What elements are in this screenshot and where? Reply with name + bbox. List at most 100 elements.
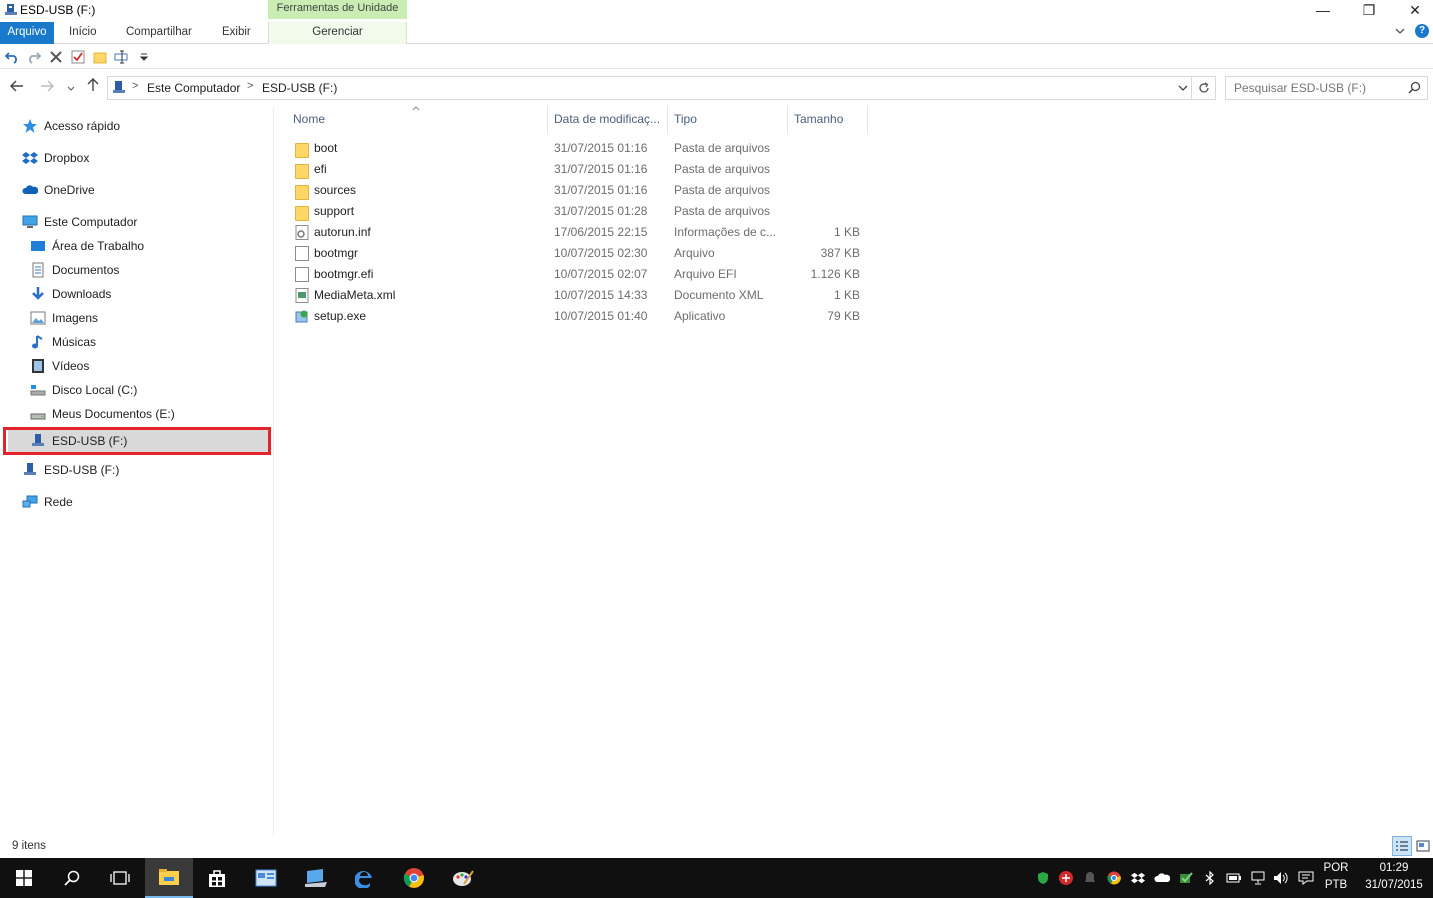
column-header-tipo[interactable]: Tipo — [668, 106, 788, 133]
nav-item-label: Rede — [44, 495, 73, 509]
search-input[interactable] — [1226, 77, 1404, 99]
breadcrumb-esd-usb[interactable]: ESD-USB (F:) — [262, 81, 337, 95]
star-icon — [22, 118, 38, 134]
breadcrumb-separator[interactable]: > — [132, 80, 138, 92]
rename-icon[interactable] — [114, 49, 130, 65]
undo-icon[interactable] — [4, 49, 20, 65]
table-row[interactable]: bootmgr 10/07/2015 02:30 Arquivo 387 KB — [290, 243, 870, 264]
nav-item-dropbox[interactable]: Dropbox — [22, 147, 89, 169]
table-row[interactable]: bootmgr.efi 10/07/2015 02:07 Arquivo EFI… — [290, 264, 870, 285]
table-row[interactable]: autorun.inf 17/06/2015 22:15 Informações… — [290, 222, 870, 243]
folder-icon — [295, 143, 309, 158]
nav-item-acesso-rapido[interactable]: Acesso rápido — [22, 115, 120, 137]
table-row[interactable]: setup.exe 10/07/2015 01:40 Aplicativo 79… — [290, 306, 870, 327]
folder-icon — [295, 206, 309, 221]
paint-taskbar-button[interactable] — [439, 858, 487, 898]
status-bar: 9 itens — [0, 836, 1433, 858]
nav-item-label: OneDrive — [44, 183, 95, 197]
nav-item-musicas[interactable]: Músicas — [30, 331, 96, 353]
edge-taskbar-button[interactable] — [341, 858, 389, 898]
volume-icon[interactable] — [1273, 870, 1289, 886]
battery-icon[interactable] — [1226, 870, 1242, 886]
clock-date[interactable]: 31/07/2015 — [1360, 879, 1428, 891]
bluetooth-icon[interactable] — [1202, 870, 1218, 886]
media-creation-tool-taskbar-button[interactable] — [292, 858, 340, 898]
up-icon[interactable] — [84, 78, 102, 96]
back-icon[interactable] — [8, 78, 26, 96]
address-history-icon[interactable] — [1178, 80, 1188, 96]
file-explorer-taskbar-button[interactable] — [145, 858, 193, 898]
nav-item-meus-documentos-e[interactable]: Meus Documentos (E:) — [30, 403, 175, 425]
nav-item-este-computador[interactable]: Este Computador — [22, 211, 137, 233]
properties-icon[interactable] — [70, 49, 86, 65]
keyboard-layout-indicator[interactable]: PTB — [1320, 879, 1352, 891]
file-size: 79 KB — [827, 309, 860, 323]
security-icon[interactable] — [1178, 870, 1194, 886]
tab-compartilhar[interactable]: Compartilhar — [126, 22, 192, 44]
table-row[interactable]: efi 31/07/2015 01:16 Pasta de arquivos — [290, 159, 870, 180]
nav-item-rede[interactable]: Rede — [22, 491, 73, 513]
refresh-icon[interactable] — [1192, 76, 1216, 100]
nav-item-videos[interactable]: Vídeos — [30, 355, 89, 377]
tab-exibir[interactable]: Exibir — [222, 22, 251, 44]
search-taskbar-button[interactable] — [48, 858, 96, 898]
task-view-button[interactable] — [96, 858, 144, 898]
chrome-icon[interactable] — [1106, 870, 1122, 886]
table-row[interactable]: boot 31/07/2015 01:16 Pasta de arquivos — [290, 138, 870, 159]
redo-icon[interactable] — [26, 49, 42, 65]
chevron-down-icon[interactable] — [1395, 27, 1405, 35]
nav-item-downloads[interactable]: Downloads — [30, 283, 111, 305]
column-header-tamanho[interactable]: Tamanho — [788, 106, 868, 133]
table-row[interactable]: MediaMeta.xml 10/07/2015 14:33 Documento… — [290, 285, 870, 306]
tab-inicio[interactable]: Início — [69, 22, 97, 44]
close-button[interactable]: ✕ — [1392, 0, 1433, 20]
table-row[interactable]: support 31/07/2015 01:28 Pasta de arquiv… — [290, 201, 870, 222]
file-type: Documento XML — [674, 288, 764, 302]
action-center-icon[interactable] — [1298, 870, 1314, 886]
dropbox-icon[interactable] — [1130, 870, 1146, 886]
nav-item-onedrive[interactable]: OneDrive — [22, 179, 95, 201]
maximize-button[interactable]: ❐ — [1346, 0, 1392, 20]
search-icon[interactable] — [1408, 81, 1421, 94]
forward-icon[interactable] — [38, 78, 56, 96]
language-indicator[interactable]: POR — [1320, 862, 1352, 874]
customize-toolbar-icon[interactable] — [136, 49, 152, 65]
xml-file-icon — [295, 288, 309, 303]
antivirus-icon[interactable] — [1058, 870, 1074, 886]
control-panel-taskbar-button[interactable] — [242, 858, 290, 898]
help-icon[interactable]: ? — [1415, 24, 1429, 38]
tab-gerenciar[interactable]: Gerenciar — [268, 22, 407, 44]
file-type: Pasta de arquivos — [674, 204, 771, 218]
nav-item-documentos[interactable]: Documentos — [30, 259, 119, 281]
search-box[interactable] — [1225, 76, 1428, 100]
large-icons-view-icon[interactable] — [1413, 836, 1433, 856]
file-type: Pasta de arquivos — [674, 183, 771, 197]
chrome-taskbar-button[interactable] — [390, 858, 438, 898]
nav-item-esd-usb[interactable]: ESD-USB (F:) — [22, 459, 119, 481]
address-bar[interactable]: > Este Computador > ESD-USB (F:) — [107, 76, 1192, 100]
video-icon — [30, 358, 46, 374]
column-header-nome[interactable]: Nome — [287, 106, 548, 133]
breadcrumb-separator[interactable]: > — [247, 80, 253, 92]
nav-item-label: Músicas — [52, 335, 97, 349]
tab-arquivo[interactable]: Arquivo — [0, 22, 54, 44]
nav-item-disco-local-c[interactable]: Disco Local (C:) — [30, 379, 137, 401]
column-header-data[interactable]: Data de modificaç... — [548, 106, 668, 133]
shield-icon[interactable] — [1035, 870, 1051, 886]
network-icon — [22, 494, 38, 510]
nav-item-area-de-trabalho[interactable]: Área de Trabalho — [30, 235, 144, 257]
delete-icon[interactable] — [48, 49, 64, 65]
table-row[interactable]: sources 31/07/2015 01:16 Pasta de arquiv… — [290, 180, 870, 201]
details-view-icon[interactable] — [1392, 836, 1412, 856]
onedrive-icon[interactable] — [1154, 870, 1170, 886]
notification-bell-icon[interactable] — [1082, 870, 1098, 886]
new-folder-icon[interactable] — [92, 49, 108, 65]
breadcrumb-este-computador[interactable]: Este Computador — [147, 81, 240, 95]
start-button[interactable] — [0, 858, 48, 898]
nav-item-imagens[interactable]: Imagens — [30, 307, 98, 329]
store-taskbar-button[interactable] — [193, 858, 241, 898]
minimize-button[interactable]: — — [1300, 0, 1346, 20]
recent-locations-icon[interactable] — [62, 78, 80, 96]
network-icon[interactable] — [1250, 870, 1266, 886]
clock-time[interactable]: 01:29 — [1360, 862, 1428, 874]
